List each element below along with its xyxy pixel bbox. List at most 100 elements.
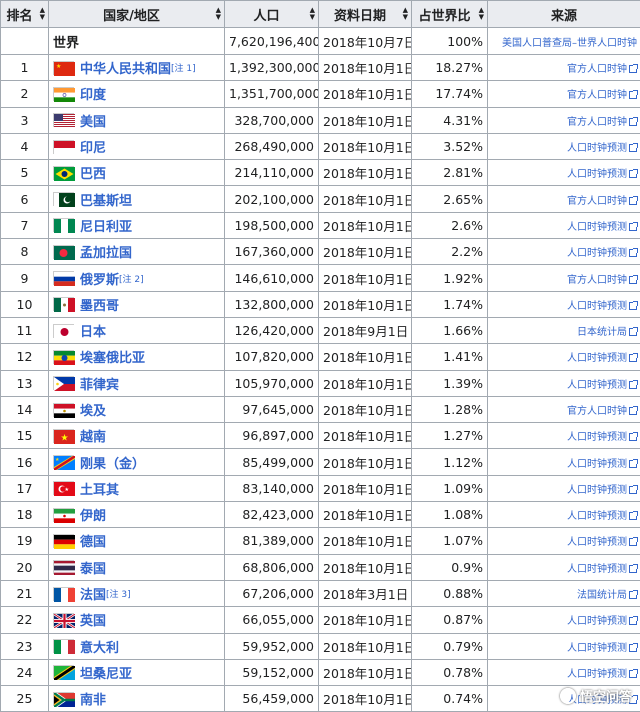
external-link-icon	[629, 223, 637, 231]
country-link[interactable]: 日本	[80, 321, 106, 340]
source-link[interactable]: 官方人口时钟	[567, 90, 627, 101]
source-link[interactable]: 人口时钟预测	[567, 643, 627, 654]
source-cell[interactable]: 人口时钟预测	[488, 659, 640, 685]
source-link[interactable]: 官方人口时钟	[567, 196, 627, 207]
country-link[interactable]: 南非	[80, 689, 106, 708]
source-cell[interactable]: 人口时钟预测	[488, 633, 640, 659]
country-link[interactable]: 中华人民共和国	[80, 58, 171, 77]
country-link[interactable]: 埃及	[80, 400, 106, 419]
country-link[interactable]: 菲律宾	[80, 374, 119, 393]
source-link[interactable]: 人口时钟预测	[567, 353, 627, 364]
country-link[interactable]: 英国	[80, 610, 106, 629]
country-link[interactable]: 美国	[80, 111, 106, 130]
source-cell[interactable]: 官方人口时钟	[488, 396, 640, 422]
source-link[interactable]: 人口时钟预测	[567, 222, 627, 233]
source-cell[interactable]: 人口时钟预测	[488, 370, 640, 396]
source-link[interactable]: 人口时钟预测	[567, 248, 627, 259]
source-link[interactable]: 人口时钟预测	[567, 485, 627, 496]
source-cell[interactable]: 官方人口时钟	[488, 265, 640, 291]
source-link[interactable]: 人口时钟预测	[567, 380, 627, 391]
source-cell[interactable]: 人口时钟预测	[488, 554, 640, 580]
sort-icon[interactable]: ▲▼	[403, 7, 408, 21]
source-link[interactable]: 人口时钟预测	[567, 616, 627, 627]
world-source[interactable]: 美国人口普查局–世界人口时钟	[488, 28, 640, 55]
date-cell: 2018年10月1日	[319, 502, 412, 528]
date-header[interactable]: 资料日期▲▼	[319, 1, 412, 28]
source-link[interactable]: 人口时钟预测	[567, 459, 627, 470]
footnote-link[interactable]: [注 1]	[171, 61, 196, 74]
source-link[interactable]: 官方人口时钟	[567, 117, 627, 128]
table-row: 22英国66,055,0002018年10月1日0.87%人口时钟预测	[1, 607, 640, 633]
country-link[interactable]: 印尼	[80, 137, 106, 156]
country-link[interactable]: 墨西哥	[80, 295, 119, 314]
source-cell[interactable]: 人口时钟预测	[488, 475, 640, 501]
rank-header[interactable]: 排名▲▼	[1, 1, 49, 28]
sort-icon[interactable]: ▲▼	[310, 7, 315, 21]
source-link[interactable]: 人口时钟预测	[567, 143, 627, 154]
source-link[interactable]: 日本统计局	[577, 327, 627, 338]
country-link[interactable]: 土耳其	[80, 479, 119, 498]
source-link[interactable]: 人口时钟预测	[567, 169, 627, 180]
source-link[interactable]: 人口时钟预测	[567, 564, 627, 575]
source-link[interactable]: 人口时钟预测	[567, 511, 627, 522]
share-header[interactable]: 占世界比▲▼	[412, 1, 488, 28]
source-cell[interactable]: 官方人口时钟	[488, 55, 640, 81]
source-link[interactable]: 人口时钟预测	[567, 537, 627, 548]
source-cell[interactable]: 官方人口时钟	[488, 81, 640, 107]
share-cell: 2.65%	[412, 186, 488, 212]
table-row: 8孟加拉国167,360,0002018年10月1日2.2%人口时钟预测	[1, 239, 640, 265]
source-cell[interactable]: 人口时钟预测	[488, 344, 640, 370]
source-cell[interactable]: 人口时钟预测	[488, 502, 640, 528]
date-cell: 2018年10月1日	[319, 186, 412, 212]
source-link[interactable]: 人口时钟预测	[567, 432, 627, 443]
country-link[interactable]: 意大利	[80, 637, 119, 656]
country-link[interactable]: 巴基斯坦	[80, 190, 132, 209]
source-link[interactable]: 官方人口时钟	[567, 275, 627, 286]
country-link[interactable]: 埃塞俄比亚	[80, 347, 145, 366]
sort-icon[interactable]: ▲▼	[40, 7, 45, 21]
source-link[interactable]: 法国统计局	[577, 590, 627, 601]
flag-ph-icon	[53, 376, 74, 390]
source-cell[interactable]: 官方人口时钟	[488, 186, 640, 212]
country-link[interactable]: 尼日利亚	[80, 216, 132, 235]
country-link[interactable]: 俄罗斯	[80, 269, 119, 288]
country-link[interactable]: 印度	[80, 84, 106, 103]
country-link[interactable]: 越南	[80, 426, 106, 445]
country-link[interactable]: 坦桑尼亚	[80, 663, 132, 682]
country-header[interactable]: 国家/地区▲▼	[49, 1, 225, 28]
source-link[interactable]: 人口时钟预测	[567, 301, 627, 312]
country-link[interactable]: 伊朗	[80, 505, 106, 524]
external-link-icon	[629, 144, 637, 152]
population-cell: 67,206,000	[225, 580, 319, 606]
source-cell[interactable]: 法国统计局	[488, 580, 640, 606]
flag-ru-icon	[53, 271, 74, 285]
footnote-link[interactable]: [注 3]	[106, 587, 131, 600]
population-header[interactable]: 人口▲▼	[225, 1, 319, 28]
source-cell[interactable]: 人口时钟预测	[488, 423, 640, 449]
country-link[interactable]: 法国	[80, 584, 106, 603]
source-link[interactable]: 人口时钟预测	[567, 669, 627, 680]
country-link[interactable]: 刚果（金）	[80, 453, 145, 472]
sort-icon[interactable]: ▲▼	[479, 7, 484, 21]
source-cell[interactable]: 人口时钟预测	[488, 239, 640, 265]
source-link[interactable]: 美国人口普查局–世界人口时钟	[502, 38, 637, 49]
source-cell[interactable]: 人口时钟预测	[488, 291, 640, 317]
country-link[interactable]: 泰国	[80, 558, 106, 577]
footnote-link[interactable]: [注 2]	[119, 272, 144, 285]
country-link[interactable]: 孟加拉国	[80, 242, 132, 261]
flag-cd-icon: ★	[53, 455, 74, 469]
country-link[interactable]: 巴西	[80, 163, 106, 182]
source-cell[interactable]: 人口时钟预测	[488, 133, 640, 159]
sort-icon[interactable]: ▲▼	[216, 7, 221, 21]
source-cell[interactable]: 人口时钟预测	[488, 212, 640, 238]
country-cell: 菲律宾	[49, 370, 225, 396]
source-link[interactable]: 官方人口时钟	[567, 64, 627, 75]
country-link[interactable]: 德国	[80, 531, 106, 550]
source-cell[interactable]: 人口时钟预测	[488, 449, 640, 475]
source-cell[interactable]: 人口时钟预测	[488, 528, 640, 554]
source-cell[interactable]: 人口时钟预测	[488, 160, 640, 186]
source-cell[interactable]: 官方人口时钟	[488, 107, 640, 133]
source-cell[interactable]: 日本统计局	[488, 317, 640, 343]
source-cell[interactable]: 人口时钟预测	[488, 607, 640, 633]
source-link[interactable]: 官方人口时钟	[567, 406, 627, 417]
